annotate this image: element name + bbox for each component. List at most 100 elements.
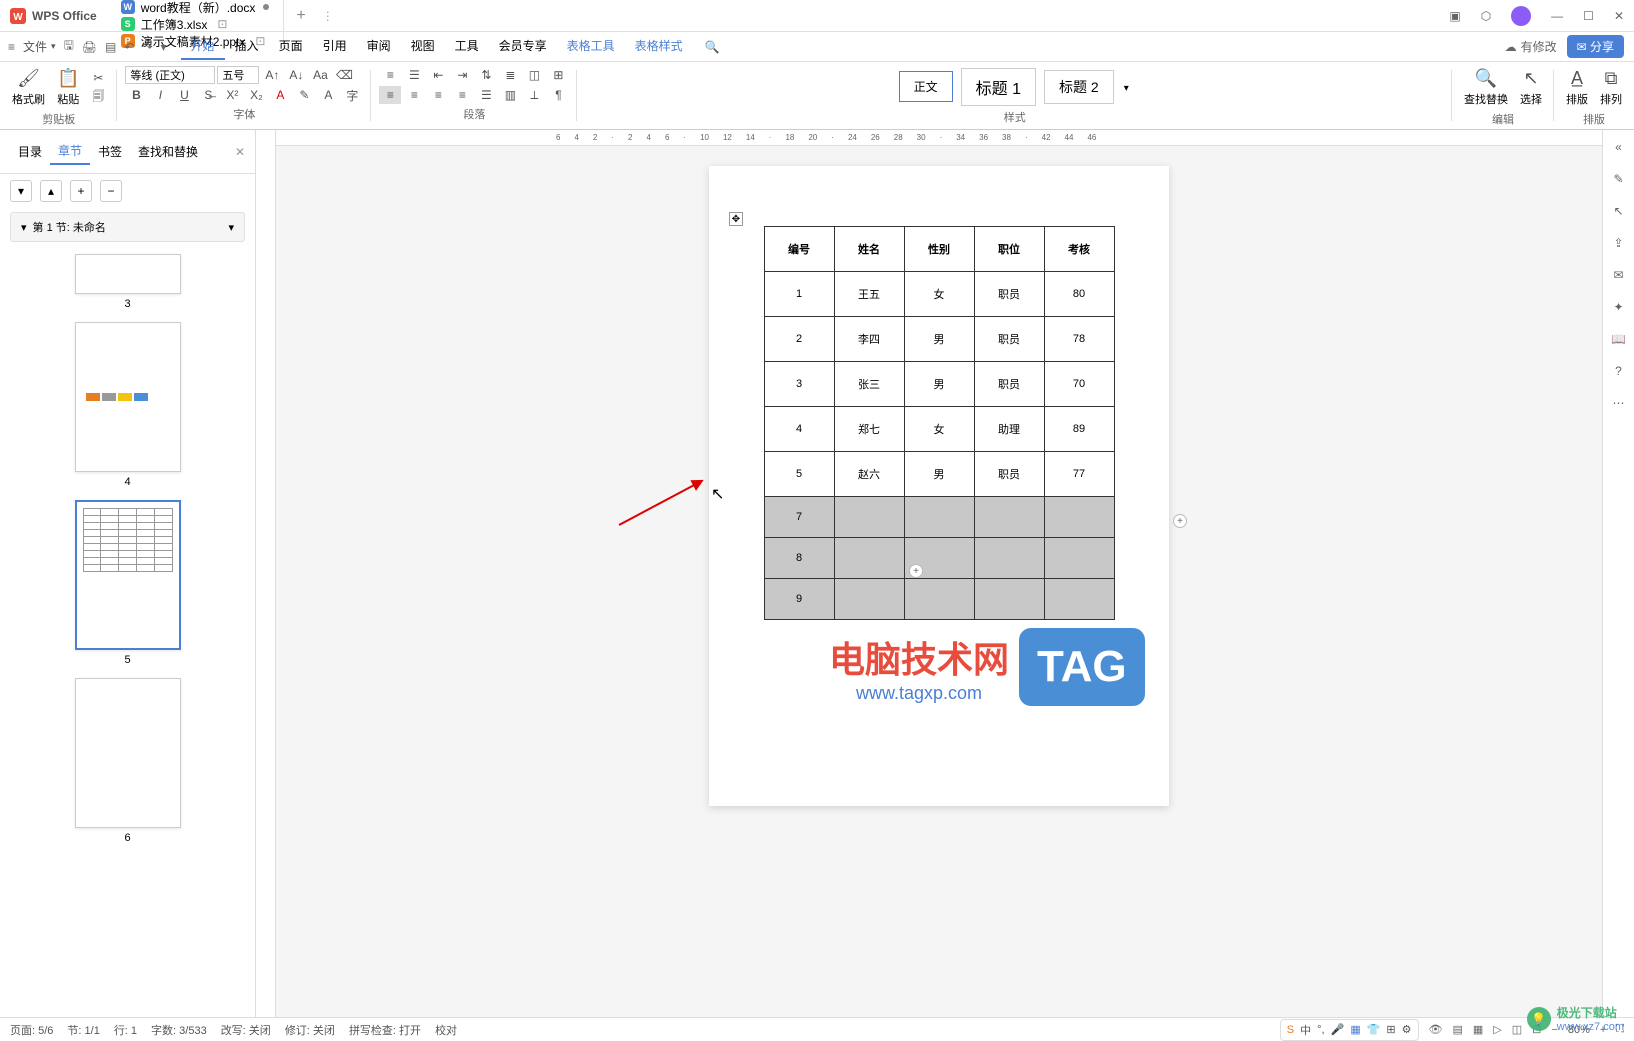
ime-bar[interactable]: S中°,🎤▦👕⊞⚙: [1280, 1019, 1419, 1041]
numbering-icon[interactable]: ☰: [403, 66, 425, 84]
table-row[interactable]: 1王五女职员80: [764, 272, 1114, 317]
indent-inc-icon[interactable]: ⇥: [451, 66, 473, 84]
menu-视图[interactable]: 视图: [401, 33, 445, 60]
indent-dec-icon[interactable]: ⇤: [427, 66, 449, 84]
line-spacing-icon[interactable]: ≣: [499, 66, 521, 84]
table-header[interactable]: 编号: [764, 227, 834, 272]
preview-icon[interactable]: ▤: [105, 40, 116, 54]
table-cell[interactable]: 4: [764, 407, 834, 452]
italic-button[interactable]: I: [149, 86, 171, 104]
table-cell[interactable]: 女: [904, 407, 974, 452]
table-row[interactable]: 3张三男职员70: [764, 362, 1114, 407]
table-cell[interactable]: 女: [904, 272, 974, 317]
table-header[interactable]: 姓名: [834, 227, 904, 272]
redo-icon[interactable]: ↷: [142, 40, 152, 54]
box-icon[interactable]: ⬡: [1471, 0, 1501, 31]
table-cell[interactable]: [834, 497, 904, 538]
table-cell[interactable]: [1044, 497, 1114, 538]
page-indicator[interactable]: 页面: 5/6: [10, 1022, 53, 1038]
subscript-button[interactable]: X₂: [245, 86, 267, 104]
read-tool-icon[interactable]: 📖: [1611, 332, 1626, 346]
table-header[interactable]: 性别: [904, 227, 974, 272]
cut-icon[interactable]: ✂: [87, 69, 109, 87]
tab-dropdown[interactable]: ⋮: [322, 9, 334, 23]
search-icon[interactable]: 🔍: [705, 40, 720, 54]
panel-icon[interactable]: ▣: [1439, 0, 1470, 31]
font-size-select[interactable]: [217, 66, 259, 84]
table-header[interactable]: 职位: [974, 227, 1044, 272]
collapse-right-icon[interactable]: «: [1615, 140, 1622, 154]
font-family-select[interactable]: [125, 66, 215, 84]
table-cell[interactable]: [1044, 538, 1114, 579]
table-row[interactable]: 2李四男职员78: [764, 317, 1114, 362]
menu-icon[interactable]: ≡: [8, 40, 15, 54]
columns-icon[interactable]: ▥: [499, 86, 521, 104]
table-row[interactable]: 4郑七女助理89: [764, 407, 1114, 452]
layout-button[interactable]: A̲排版: [1562, 66, 1592, 109]
style-option[interactable]: 标题 2: [1044, 70, 1114, 104]
select-button[interactable]: ↖选择: [1516, 66, 1546, 109]
share-button[interactable]: ✉ 分享: [1567, 35, 1624, 58]
view-web-icon[interactable]: ▦: [1473, 1023, 1483, 1036]
style-option[interactable]: 正文: [899, 71, 953, 102]
add-column-button[interactable]: +: [1173, 514, 1187, 528]
change-case-icon[interactable]: Aa: [309, 66, 331, 84]
document-tab[interactable]: S工作簿3.xlsx⊡: [107, 16, 285, 33]
table-cell[interactable]: 男: [904, 317, 974, 362]
page-thumbnail[interactable]: [75, 254, 181, 294]
font-color-button[interactable]: A: [269, 86, 291, 104]
dropdown-icon[interactable]: ▾: [161, 40, 167, 54]
document-tab[interactable]: Wword教程（新）.docx: [107, 0, 285, 16]
page-thumbnail[interactable]: [75, 500, 181, 650]
document-page[interactable]: ✥ 编号姓名性别职位考核1王五女职员802李四男职员783张三男职员704郑七女…: [709, 166, 1169, 806]
menu-开始[interactable]: 开始: [181, 33, 225, 60]
nav-tab-1[interactable]: 章节: [50, 138, 90, 165]
align-center-button[interactable]: ≡: [403, 86, 425, 104]
shading-icon[interactable]: ◫: [523, 66, 545, 84]
table-cell[interactable]: [974, 497, 1044, 538]
user-avatar[interactable]: [1511, 6, 1531, 26]
close-window-button[interactable]: ✕: [1604, 0, 1634, 31]
menu-引用[interactable]: 引用: [313, 33, 357, 60]
table-row[interactable]: 5赵六男职员77: [764, 452, 1114, 497]
style-option[interactable]: 标题 1: [961, 68, 1036, 106]
superscript-button[interactable]: X²: [221, 86, 243, 104]
comment-tool-icon[interactable]: ✉: [1613, 268, 1623, 282]
wordcount-indicator[interactable]: 字数: 3/533: [151, 1022, 207, 1038]
overwrite-indicator[interactable]: 改写: 关闭: [221, 1022, 271, 1038]
align-left-button[interactable]: ≡: [379, 86, 401, 104]
increase-font-icon[interactable]: A↑: [261, 66, 283, 84]
table-cell[interactable]: 9: [764, 579, 834, 620]
table-cell[interactable]: 李四: [834, 317, 904, 362]
view-eye-icon[interactable]: 👁: [1429, 1023, 1443, 1036]
view-read-icon[interactable]: ◫: [1512, 1023, 1522, 1036]
find-replace-button[interactable]: 🔍查找替换: [1460, 66, 1512, 109]
menu-审阅[interactable]: 审阅: [357, 33, 401, 60]
share-tool-icon[interactable]: ⇪: [1613, 236, 1623, 250]
underline-button[interactable]: U: [173, 86, 195, 104]
spellcheck-indicator[interactable]: 拼写检查: 打开: [349, 1022, 421, 1038]
table-row-selected[interactable]: 9: [764, 579, 1114, 620]
file-menu[interactable]: 文件 ▾: [23, 38, 56, 55]
paste-button[interactable]: 📋粘贴: [53, 66, 83, 109]
menu-页面[interactable]: 页面: [269, 33, 313, 60]
ai-tool-icon[interactable]: ✦: [1613, 300, 1623, 314]
help-tool-icon[interactable]: ?: [1615, 364, 1622, 378]
undo-icon[interactable]: ↶: [124, 40, 134, 54]
close-panel-button[interactable]: ✕: [235, 145, 245, 159]
table-cell[interactable]: 5: [764, 452, 834, 497]
table-cell[interactable]: 职员: [974, 272, 1044, 317]
bullets-icon[interactable]: ≡: [379, 66, 401, 84]
show-marks-icon[interactable]: ¶: [547, 86, 569, 104]
menu-插入[interactable]: 插入: [225, 33, 269, 60]
decrease-font-icon[interactable]: A↓: [285, 66, 307, 84]
text-effect-button[interactable]: A: [317, 86, 339, 104]
new-tab-button[interactable]: +: [284, 7, 317, 25]
styles-more-button[interactable]: ▾: [1120, 76, 1133, 98]
nav-tab-3[interactable]: 查找和替换: [130, 139, 206, 164]
collapse-all-button[interactable]: ▴: [40, 180, 62, 202]
menu-表格样式[interactable]: 表格样式: [625, 33, 693, 60]
save-icon[interactable]: 🖫: [64, 36, 74, 57]
table-cell[interactable]: 职员: [974, 452, 1044, 497]
nav-tab-2[interactable]: 书签: [90, 139, 130, 164]
